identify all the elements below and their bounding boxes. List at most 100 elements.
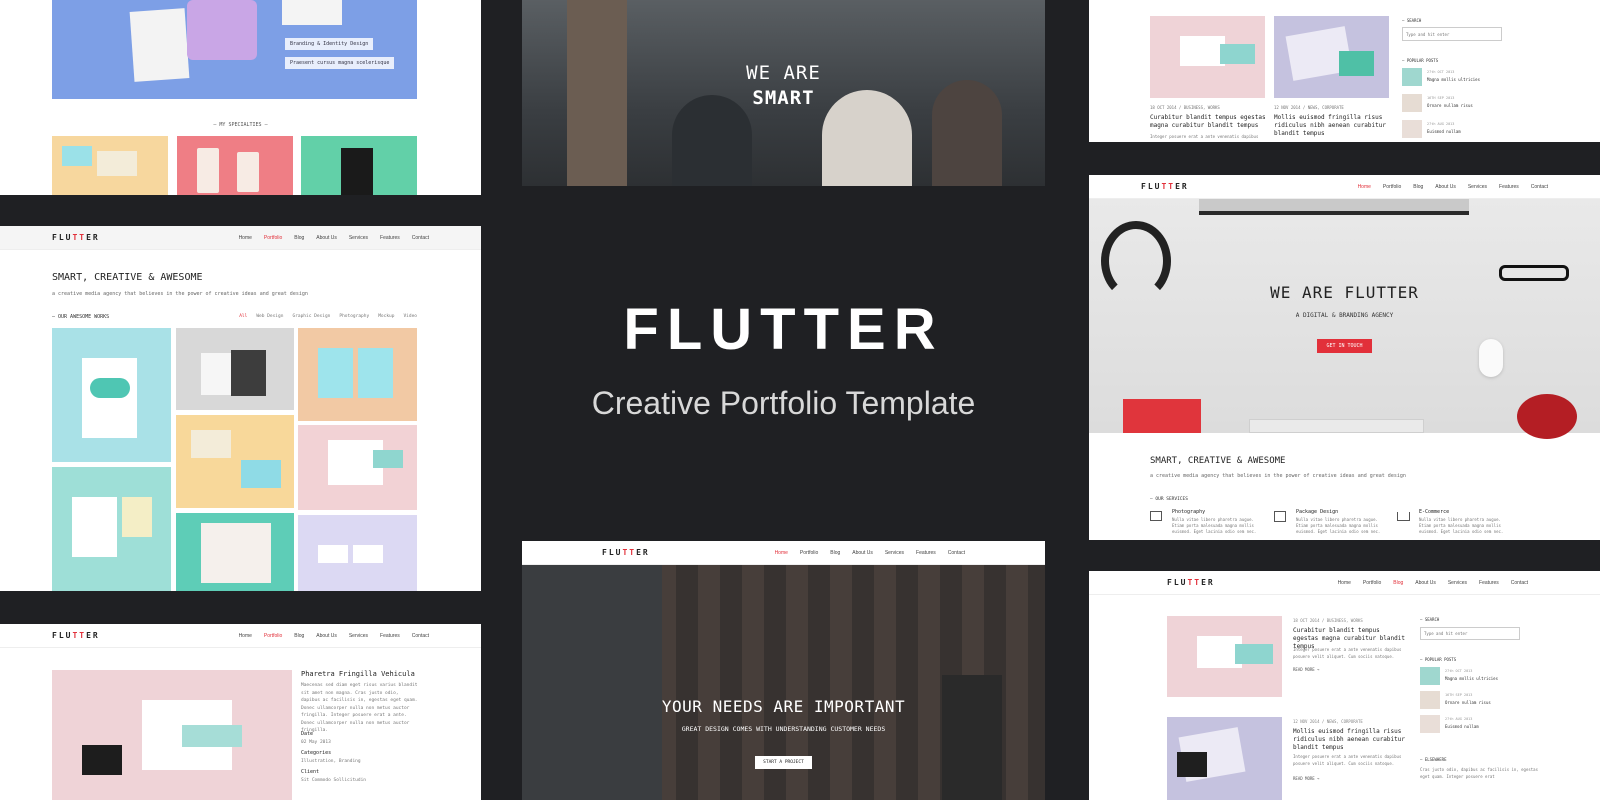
nav-about[interactable]: About Us: [1415, 580, 1436, 586]
filter-graphic[interactable]: Graphic Design: [292, 314, 330, 319]
post-title-2[interactable]: Mollis euismod fringilla risus ridiculus…: [1274, 114, 1389, 138]
nav-contact[interactable]: Contact: [1511, 580, 1528, 586]
post-meta-2: 12 NOV 2014 / NEWS, CORPORATE: [1274, 105, 1344, 110]
nav-bar: FLUTTER Home Portfolio Blog About Us Ser…: [1089, 175, 1600, 199]
search-input[interactable]: [1402, 27, 1502, 41]
sidebar-popular-label: — POPULAR POSTS: [1420, 657, 1457, 662]
nav-home[interactable]: Home: [239, 235, 252, 241]
nav-features[interactable]: Features: [916, 550, 936, 556]
popular-title-2: Ornare nullam risus: [1427, 103, 1473, 108]
sidebar-popular-title-1: Magna mollis ultricies: [1445, 676, 1498, 681]
get-in-touch-button[interactable]: GET IN TOUCH: [1317, 339, 1372, 353]
nav-contact[interactable]: Contact: [412, 633, 429, 639]
hero-line-1: WE ARE: [746, 62, 821, 84]
sidebar-popular-2[interactable]: 16TH SEP 2013 Ornare nullam risus: [1420, 691, 1520, 711]
nav-features[interactable]: Features: [1479, 580, 1499, 586]
bottom-right-blog-preview: FLUTTER Home Portfolio Blog About Us Ser…: [1089, 571, 1600, 800]
nav-home[interactable]: Home: [775, 550, 788, 556]
gift-icon: [1274, 511, 1286, 522]
nav-blog[interactable]: Blog: [294, 633, 304, 639]
nav-services[interactable]: Services: [349, 235, 368, 241]
nav-blog[interactable]: Blog: [1413, 184, 1423, 190]
work-envelopes[interactable]: [176, 415, 294, 508]
nav-services[interactable]: Services: [885, 550, 904, 556]
middle-right-home-preview: FLUTTER Home Portfolio Blog About Us Ser…: [1089, 175, 1600, 540]
blog-excerpt-2: Integer posuere erat a ante venenatis da…: [1293, 754, 1402, 766]
filter-photo[interactable]: Photography: [339, 314, 369, 319]
nav-features[interactable]: Features: [380, 633, 400, 639]
popular-posts-label: — POPULAR POSTS: [1402, 58, 1439, 63]
nav-home[interactable]: Home: [1338, 580, 1351, 586]
nav-contact[interactable]: Contact: [1531, 184, 1548, 190]
sidebar-popular-3[interactable]: 27th AUG 2013 Euismod nullam: [1420, 715, 1520, 735]
nav-about[interactable]: About Us: [316, 633, 337, 639]
works-label: — OUR AWESOME WORKS: [52, 314, 110, 320]
nav-portfolio[interactable]: Portfolio: [264, 633, 282, 639]
nav-features[interactable]: Features: [1499, 184, 1519, 190]
nav-bar: FLUTTER Home Portfolio Blog About Us Ser…: [522, 541, 1045, 565]
nav-portfolio[interactable]: Portfolio: [1383, 184, 1401, 190]
sidebar-popular-title-2: Ornare nullam risus: [1445, 700, 1491, 705]
work-magazine[interactable]: [176, 513, 294, 591]
specialty-cups-image: [177, 136, 293, 195]
logo[interactable]: FLUTTER: [52, 631, 100, 640]
work-business-cards[interactable]: [298, 515, 417, 591]
logo[interactable]: FLUTTER: [1141, 182, 1189, 191]
hero-title: WE ARE FLUTTER: [1270, 283, 1419, 302]
filter-mockup[interactable]: Mockup: [378, 314, 394, 319]
nav-contact[interactable]: Contact: [948, 550, 965, 556]
read-more-1[interactable]: READ MORE →: [1293, 667, 1320, 672]
sidebar-search-input[interactable]: [1420, 627, 1520, 640]
nav-about[interactable]: About Us: [852, 550, 873, 556]
logo[interactable]: FLUTTER: [1167, 578, 1215, 587]
logo[interactable]: FLUTTER: [52, 233, 100, 242]
nav-blog[interactable]: Blog: [294, 235, 304, 241]
client-value: Sit Commodo Sollicitudin: [301, 778, 367, 783]
nav-features[interactable]: Features: [380, 235, 400, 241]
filter-all[interactable]: All: [239, 314, 247, 319]
blog-excerpt-1: Integer posuere erat a ante venenatis da…: [1293, 647, 1402, 659]
nav-blog[interactable]: Blog: [830, 550, 840, 556]
blog-image-1: [1167, 616, 1282, 697]
popular-title-3: Euismod nullam: [1427, 129, 1461, 134]
coffee-cup: [1517, 394, 1577, 439]
nav-home[interactable]: Home: [239, 633, 252, 639]
filter-web[interactable]: Web Design: [256, 314, 283, 319]
post-title-1[interactable]: Curabitur blandit tempus egestas magna c…: [1150, 114, 1270, 130]
popular-post-3[interactable]: 27th AUG 2013 Euismod nullam: [1402, 120, 1502, 140]
nav-services[interactable]: Services: [1448, 580, 1467, 586]
nav-services[interactable]: Services: [349, 633, 368, 639]
project-image: [52, 670, 292, 800]
read-more-2[interactable]: READ MORE →: [1293, 776, 1320, 781]
client-label: Client: [301, 769, 320, 775]
bottom-center-preview: FLUTTER Home Portfolio Blog About Us Ser…: [522, 541, 1045, 800]
nav-portfolio[interactable]: Portfolio: [264, 235, 282, 241]
sidebar-popular-1[interactable]: 27th OCT 2013 Magna mollis ultricies: [1420, 667, 1520, 687]
nav-services[interactable]: Services: [1468, 184, 1487, 190]
popular-post-2[interactable]: 16TH SEP 2013 Ornare nullam risus: [1402, 94, 1502, 114]
notebook: [1123, 399, 1201, 433]
nav-home[interactable]: Home: [1358, 184, 1371, 190]
start-project-button[interactable]: START A PROJECT: [755, 756, 812, 769]
section-title: SMART, CREATIVE & AWESOME: [1150, 456, 1286, 466]
nav-portfolio[interactable]: Portfolio: [1363, 580, 1381, 586]
blog-meta-1: 18 OCT 2014 / BUSINESS, WORKS: [1293, 618, 1363, 623]
sidebar-popular-date-1: 27th OCT 2013: [1445, 669, 1473, 673]
nav-about[interactable]: About Us: [1435, 184, 1456, 190]
work-book[interactable]: [298, 328, 417, 421]
label-tag-1: Branding & Identity Design: [285, 38, 374, 50]
nav-portfolio[interactable]: Portfolio: [800, 550, 818, 556]
nav-contact[interactable]: Contact: [412, 235, 429, 241]
work-stationery[interactable]: [298, 425, 417, 510]
service-ecommerce: E-Commerce Nulla vitae libero pharetra a…: [1397, 509, 1512, 540]
work-paper-bag[interactable]: [52, 328, 171, 462]
logo[interactable]: FLUTTER: [602, 548, 650, 557]
work-shopping-bags[interactable]: [176, 328, 294, 410]
blog-title-2[interactable]: Mollis euismod fringilla risus ridiculus…: [1293, 728, 1405, 752]
popular-date-1: 27th OCT 2013: [1427, 70, 1455, 74]
popular-post-1[interactable]: 27th OCT 2013 Magna mollis ultricies: [1402, 68, 1502, 88]
filter-video[interactable]: Video: [403, 314, 417, 319]
nav-about[interactable]: About Us: [316, 235, 337, 241]
work-brochure[interactable]: [52, 467, 171, 591]
nav-blog[interactable]: Blog: [1393, 580, 1403, 586]
